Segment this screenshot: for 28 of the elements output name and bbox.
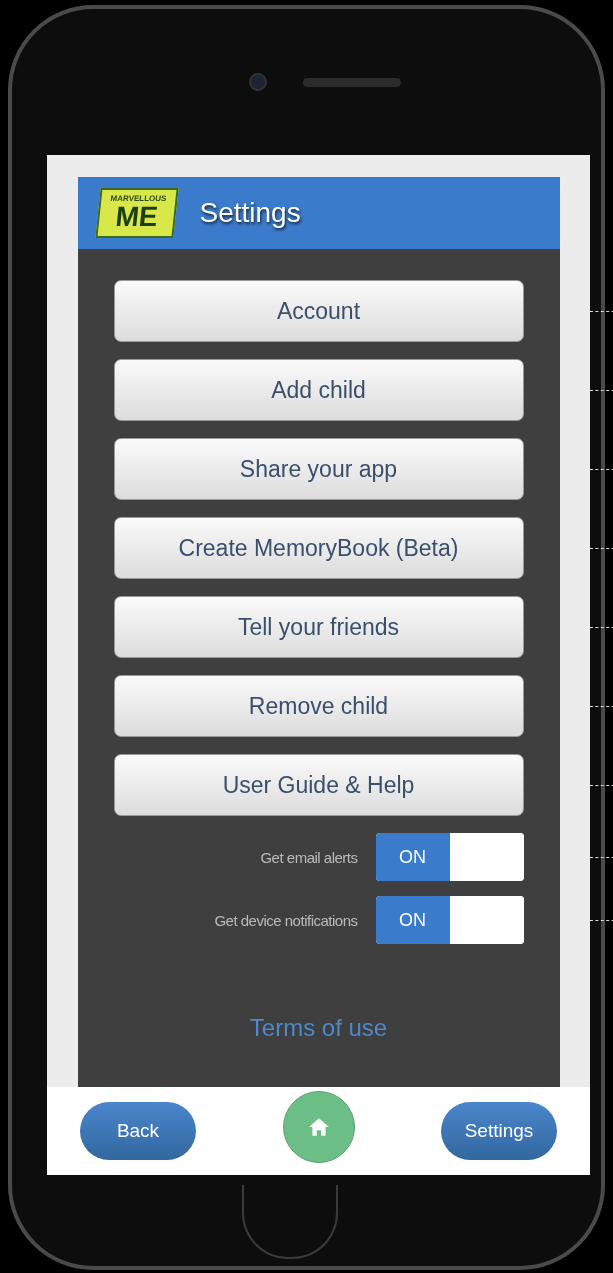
toggle-label: Get email alerts bbox=[260, 848, 358, 866]
menu-button[interactable]: User Guide & Help bbox=[113, 754, 524, 816]
leader-line bbox=[589, 469, 613, 470]
leader-line bbox=[589, 548, 613, 549]
back-button[interactable]: Back bbox=[80, 1102, 196, 1160]
menu-button[interactable]: Add child bbox=[113, 359, 524, 421]
leader-line bbox=[589, 627, 613, 628]
leader-line bbox=[589, 311, 613, 312]
menu-button[interactable]: Share your app bbox=[113, 438, 524, 500]
home-icon bbox=[307, 1116, 330, 1138]
logo-text: ME bbox=[113, 203, 159, 231]
toggle-switch[interactable]: ON bbox=[375, 896, 524, 944]
menu-button[interactable]: Remove child bbox=[113, 675, 524, 737]
toggle-switch[interactable]: ON bbox=[375, 833, 524, 881]
leader-line bbox=[589, 785, 613, 786]
menu-button[interactable]: Tell your friends bbox=[113, 596, 524, 658]
leader-line bbox=[589, 857, 613, 858]
home-key[interactable] bbox=[242, 1185, 338, 1259]
toggle-label: Get device notifications bbox=[214, 911, 358, 929]
menu-button[interactable]: Account bbox=[113, 280, 524, 342]
camera-icon bbox=[249, 73, 267, 91]
leader-line bbox=[589, 706, 613, 707]
leader-line bbox=[589, 390, 613, 391]
leader-line bbox=[589, 920, 613, 921]
logo-text: MARVELLOUS bbox=[109, 195, 167, 203]
menu-button[interactable]: Create MemoryBook (Beta) bbox=[113, 517, 524, 579]
settings-button[interactable]: Settings bbox=[441, 1102, 557, 1160]
screen-title: Settings bbox=[199, 197, 301, 229]
